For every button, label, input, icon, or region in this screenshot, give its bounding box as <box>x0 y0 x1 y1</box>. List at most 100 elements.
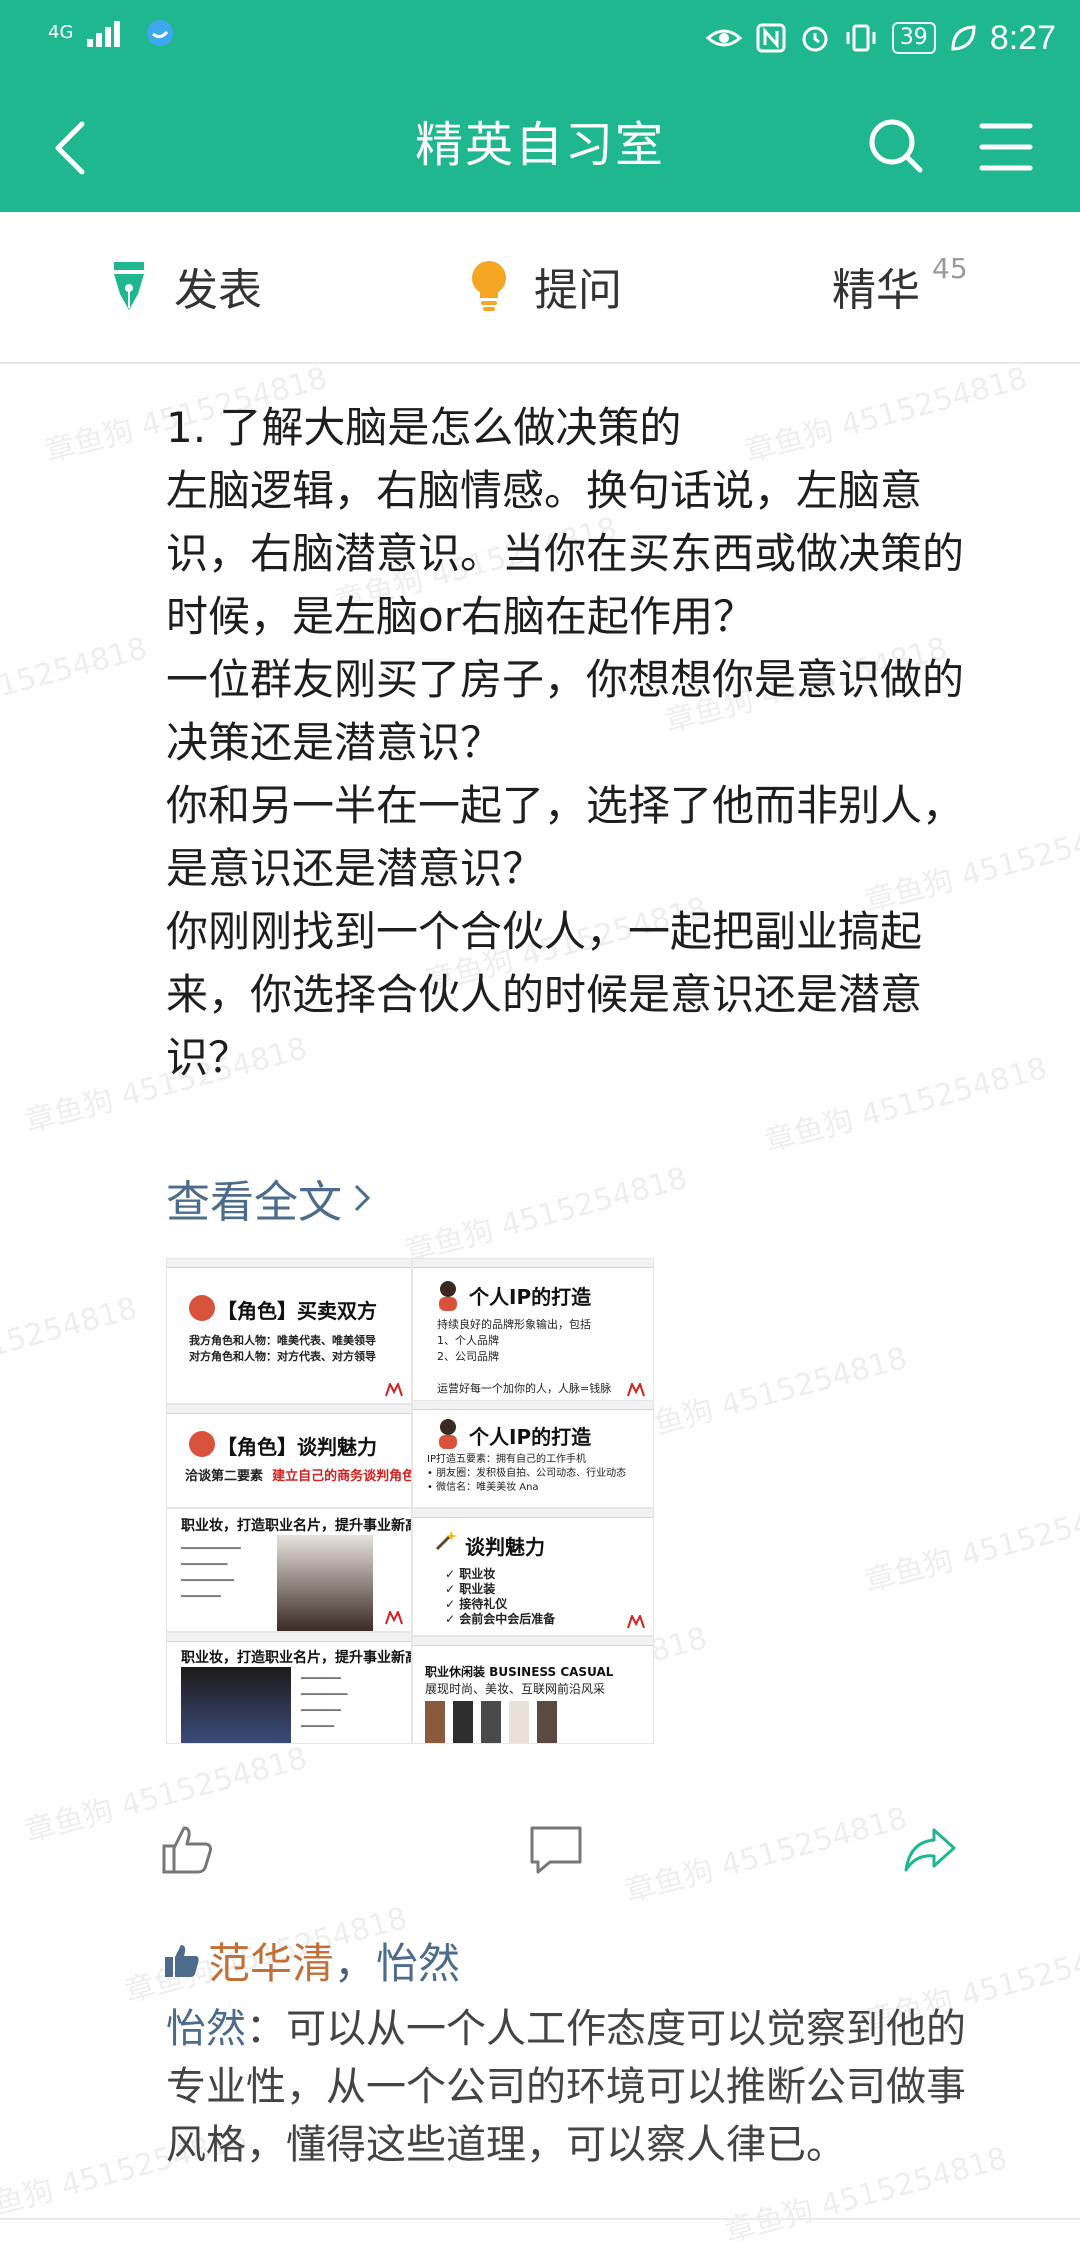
slide-title: 【角色】买卖双方 <box>217 1299 377 1323</box>
tab-publish-label: 发表 <box>174 265 262 316</box>
magic-wand-icon <box>435 1531 457 1551</box>
slide-title: 个人IP的打造 <box>469 1285 592 1309</box>
comment-colon: ： <box>246 2006 286 2052</box>
slide-thumbnail[interactable]: 个人IP的打造 IP打造五要素：拥有自己的工作手机 • 朋友圈：发积极自拍、公司… <box>412 1400 654 1508</box>
watermark: 章鱼狗 4515254818 <box>861 1490 1080 1600</box>
avatar <box>189 1431 215 1457</box>
slide-title: 谈判魅力 <box>465 1535 545 1559</box>
post-actions <box>0 1812 1080 1888</box>
tab-publish[interactable]: 发表 <box>104 256 262 316</box>
slide-text-highlight: 建立自己的商务谈判角色魅力 <box>272 1469 411 1484</box>
slide-header-bar <box>167 1259 411 1268</box>
liked-thumb-icon <box>165 1944 199 1977</box>
slide-text: ✓ 职业妆 ✓ 职业装 ✓ 接待礼仪 ✓ 会前会中会后准备 <box>445 1567 556 1626</box>
status-right: 39 8:27 <box>705 16 1056 60</box>
slide-header-bar <box>413 1401 653 1410</box>
menu-icon[interactable] <box>976 120 1036 174</box>
brand-logo-icon <box>627 1615 645 1629</box>
leaf-icon <box>951 25 976 51</box>
post-paragraph: 你刚刚找到一个合伙人，一起把副业搞起来，你选择合伙人的时候是意识还是潜意识？ <box>166 907 923 1082</box>
tab-featured[interactable]: 精华 <box>832 256 920 316</box>
slide-text: 展现时尚、美妆、互联网前沿风采 <box>425 1682 606 1696</box>
chevron-right-icon <box>354 1184 371 1212</box>
slide-title: 【角色】谈判魅力 <box>217 1435 377 1459</box>
watermark: 章鱼狗 4515254818 <box>401 1160 691 1270</box>
clock: 8:27 <box>989 19 1056 57</box>
outfit-photo <box>537 1701 557 1743</box>
action-tabs: 发表 提问 精华 45 <box>0 212 1080 364</box>
slide-thumbnail[interactable]: 【角色】谈判魅力 洽谈第二要素 建立自己的商务谈判角色魅力 <box>166 1404 412 1508</box>
liker-separator: ， <box>334 1939 377 1988</box>
watermark: 章鱼狗 4515254818 <box>0 1290 141 1400</box>
portrait-photo <box>181 1667 291 1743</box>
tab-ask[interactable]: 提问 <box>464 256 622 316</box>
alarm-icon <box>802 26 828 52</box>
woman-avatar-icon <box>439 1281 457 1311</box>
likes-row: 范华清 ， 怡然 <box>164 1930 460 1991</box>
slide-thumbnail[interactable]: 职业妆，打造职业名片，提升事业新高度 ━━━━━━ ━━━━━━━ ━━━━━━… <box>166 1632 412 1744</box>
outfit-photo <box>481 1701 501 1743</box>
nfc-icon <box>756 23 786 53</box>
featured-count-badge: 45 <box>932 252 968 285</box>
slide-text-lines: ━━━━━━ ━━━━━━━ ━━━━━━ ━━━━━ <box>301 1672 348 1733</box>
slide-title: 职业妆，打造职业名片，提升事业新高度 <box>181 1518 412 1534</box>
slide-title: 职业妆，打造职业名片，提升事业新高度 <box>181 1650 412 1666</box>
liker-name[interactable]: 范华清 <box>208 1930 334 1991</box>
battery-level: 39 <box>891 22 936 54</box>
slide-text-lines: ━━━━━━━━━ ━━━━━━━ ━━━━━━━━ ━━━━━━ <box>181 1542 241 1603</box>
brand-logo-icon <box>385 1383 403 1397</box>
signal-icon <box>87 21 121 47</box>
lightbulb-icon <box>472 261 506 311</box>
slide-header-bar <box>413 1509 653 1518</box>
post-body: 1. 了解大脑是怎么做决策的 左脑逻辑，右脑情感。换句话说，左脑意识，右脑潜意识… <box>166 396 992 1089</box>
avatar <box>189 1295 215 1321</box>
share-arrow-icon[interactable] <box>902 1824 958 1876</box>
slide-text: 持续良好的品牌形象输出，包括 1、个人品牌 2、公司品牌 运营好每一个加你的人，… <box>437 1318 612 1395</box>
slide-header-bar <box>167 1633 411 1642</box>
eye-icon <box>705 29 742 47</box>
post-paragraph: 你和另一半在一起了，选择了他而非别人，是意识还是潜意识？ <box>166 781 965 893</box>
read-more-label: 查看全文 <box>166 1177 342 1228</box>
slide-header-bar <box>413 1259 653 1268</box>
search-icon[interactable] <box>866 116 926 176</box>
like-thumb-icon[interactable] <box>160 1824 216 1876</box>
comment: 怡然：可以从一个人工作态度可以觉察到他的专业性，从一个公司的环境可以推断公司做事… <box>166 2000 996 2174</box>
post-paragraph: 左脑逻辑，右脑情感。换句话说，左脑意识，右脑潜意识。当你在买东西或做决策的时候，… <box>166 466 965 641</box>
liker-name[interactable]: 怡然 <box>376 1930 460 1991</box>
divider <box>0 2218 1080 2220</box>
slide-header-bar <box>413 1637 653 1646</box>
network-label: 4G <box>48 22 74 43</box>
outfit-photo <box>453 1701 473 1743</box>
outfit-photo <box>509 1701 529 1743</box>
slide-thumbnail[interactable]: 谈判魅力 ✓ 职业妆 ✓ 职业装 ✓ 接待礼仪 ✓ 会前会中会后准备 <box>412 1508 654 1636</box>
status-left: 4G <box>48 18 175 48</box>
comment-text: 可以从一个人工作态度可以觉察到他的专业性，从一个公司的环境可以推断公司做事风格，… <box>166 2006 966 2168</box>
brand-logo-icon <box>627 1383 645 1397</box>
outfit-photo <box>425 1701 445 1743</box>
watermark: 章鱼狗 4515254818 <box>0 630 151 740</box>
portrait-photo <box>277 1535 373 1631</box>
post-paragraph: 1. 了解大脑是怎么做决策的 <box>166 403 682 452</box>
pen-icon <box>114 262 144 310</box>
vibrate-icon <box>846 24 876 52</box>
comment-author[interactable]: 怡然 <box>166 2006 246 2052</box>
slide-text: 我方角色和人物：唯美代表、唯美领导 对方角色和人物：对方代表、对方领导 <box>189 1334 376 1363</box>
comment-icon[interactable] <box>528 1824 584 1876</box>
slide-thumbnail[interactable]: 【角色】买卖双方 我方角色和人物：唯美代表、唯美领导 对方角色和人物：对方代表、… <box>166 1258 412 1404</box>
slide-thumbnail[interactable]: 职业休闲装 BUSINESS CASUAL 展现时尚、美妆、互联网前沿风采 <box>412 1636 654 1744</box>
tab-ask-label: 提问 <box>534 265 622 316</box>
woman-avatar-icon <box>439 1419 457 1449</box>
nav-bar: 精英自习室 <box>0 80 1080 212</box>
slide-thumbnail[interactable]: 职业妆，打造职业名片，提升事业新高度 ━━━━━━━━━ ━━━━━━━ ━━━… <box>166 1508 412 1632</box>
slide-text-plain: 洽谈第二要素 <box>185 1469 264 1484</box>
tab-featured-label: 精华 <box>832 265 920 316</box>
status-bar: 4G 39 8:27 <box>0 0 1080 80</box>
brand-logo-icon <box>385 1611 403 1625</box>
slide-text: 洽谈第二要素 建立自己的商务谈判角色魅力 <box>185 1469 411 1485</box>
slide-header-bar <box>167 1405 411 1414</box>
slide-thumbnail[interactable]: 个人IP的打造 持续良好的品牌形象输出，包括 1、个人品牌 2、公司品牌 运营好… <box>412 1258 654 1404</box>
slide-text: IP打造五要素：拥有自己的工作手机 • 朋友圈：发积极自拍、公司动态、行业动态 … <box>427 1454 627 1493</box>
app-notification-icon <box>147 20 174 46</box>
slide-title: 职业休闲装 BUSINESS CASUAL <box>425 1665 614 1679</box>
read-more-link[interactable]: 查看全文 <box>166 1166 372 1230</box>
